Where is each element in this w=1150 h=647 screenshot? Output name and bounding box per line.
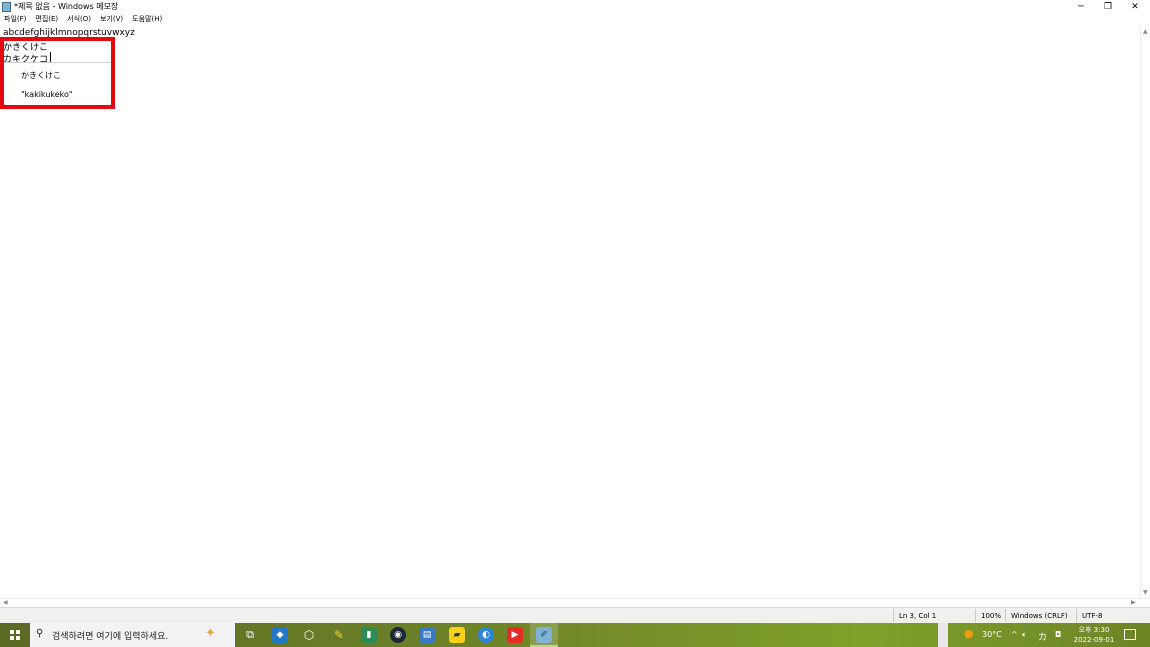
menu-help[interactable]: 도움말(H) — [132, 14, 162, 25]
search-highlight-icon: ✦ — [205, 626, 216, 641]
menu-view[interactable]: 보기(V) — [100, 14, 123, 25]
maximize-button[interactable]: ❐ — [1094, 0, 1122, 13]
notepad-window: *제목 없음 - Windows 메모장 ─ ❐ ✕ 파일(F) 편집(E) 서… — [0, 0, 1150, 623]
volume-icon[interactable]: 🔈︎ — [1022, 630, 1027, 640]
horizontal-scrollbar[interactable]: ◀ ▶ — [0, 598, 1150, 607]
status-position: Ln 3, Col 1 — [899, 612, 937, 620]
search-icon: ⚲ — [36, 628, 44, 639]
window-title: *제목 없음 - Windows 메모장 — [14, 2, 119, 11]
windows-logo-icon — [10, 630, 20, 640]
youtube-icon[interactable]: ▶ — [507, 627, 523, 643]
ime-indicator[interactable]: カ — [1038, 630, 1047, 643]
status-zoom: 100% — [981, 612, 1002, 620]
scroll-right-icon[interactable]: ▶ — [1131, 599, 1136, 606]
sticky-notes-icon[interactable]: ▰ — [449, 627, 465, 643]
title-bar[interactable]: *제목 없음 - Windows 메모장 ─ ❐ ✕ — [0, 0, 1150, 13]
tray-scroll-control[interactable] — [938, 623, 948, 647]
minimize-button[interactable]: ─ — [1067, 0, 1095, 13]
taskbar-clock[interactable]: 오후 3:30 2022-09-01 — [1073, 625, 1115, 645]
taskbar: ⚲ 검색하려면 여기에 입력하세요. ✦ ⧉ ◆ ⬡ ✎ ▮ ◉ ▤ ▰ ◐ ▶… — [0, 623, 1150, 647]
weather-temperature[interactable]: 30°C — [982, 630, 1002, 639]
status-line-ending: Windows (CRLF) — [1011, 612, 1068, 620]
menu-edit[interactable]: 편집(E) — [35, 14, 58, 25]
menu-file[interactable]: 파일(F) — [4, 14, 26, 25]
paint-icon[interactable]: ✎ — [331, 627, 347, 643]
scroll-left-icon[interactable]: ◀ — [3, 599, 8, 606]
clock-time: 오후 3:30 — [1078, 626, 1110, 634]
notepad-app-icon — [2, 2, 11, 12]
browser-icon[interactable]: ◐ — [478, 627, 494, 643]
menu-format[interactable]: 서식(O) — [67, 14, 91, 25]
status-separator — [975, 609, 976, 622]
status-separator — [1005, 609, 1006, 622]
status-bar: Ln 3, Col 1 100% Windows (CRLF) UTF-8 — [0, 607, 1150, 623]
ime-mode-icon[interactable]: ◘ — [1055, 630, 1061, 639]
notification-center-icon[interactable] — [1124, 629, 1136, 640]
tray-overflow-icon[interactable]: ^ — [1011, 630, 1018, 639]
status-separator — [1076, 609, 1077, 622]
task-view-icon[interactable]: ⧉ — [242, 627, 258, 643]
close-button[interactable]: ✕ — [1121, 0, 1149, 13]
menu-bar: 파일(F) 편집(E) 서식(O) 보기(V) 도움말(H) — [0, 14, 167, 25]
notepad-icon[interactable]: ✐ — [536, 627, 552, 643]
clock-date: 2022-09-01 — [1073, 636, 1115, 644]
scroll-down-icon[interactable]: ▼ — [1143, 589, 1148, 596]
weather-sun-icon: ● — [964, 627, 974, 640]
search-placeholder: 검색하려면 여기에 입력하세요. — [52, 632, 169, 642]
status-encoding: UTF-8 — [1082, 612, 1103, 620]
text-editor[interactable]: abcdefghijklmnopqrstuvwxyz かきくけこ カキクケコ — [0, 26, 1140, 598]
status-separator — [893, 609, 894, 622]
scroll-up-icon[interactable]: ▲ — [1143, 28, 1148, 35]
red-highlight-box — [0, 37, 115, 109]
virtualbox-icon[interactable]: ⬡ — [301, 627, 317, 643]
git-icon[interactable]: ▮ — [361, 627, 377, 643]
start-button[interactable] — [0, 623, 30, 647]
vertical-scrollbar[interactable]: ▲ ▼ — [1140, 26, 1150, 598]
taskbar-search-box[interactable]: ⚲ 검색하려면 여기에 입력하세요. ✦ — [30, 623, 235, 647]
vscode-icon[interactable]: ◆ — [272, 627, 288, 643]
steam-icon[interactable]: ◉ — [390, 627, 406, 643]
ide-icon[interactable]: ▤ — [419, 627, 435, 643]
